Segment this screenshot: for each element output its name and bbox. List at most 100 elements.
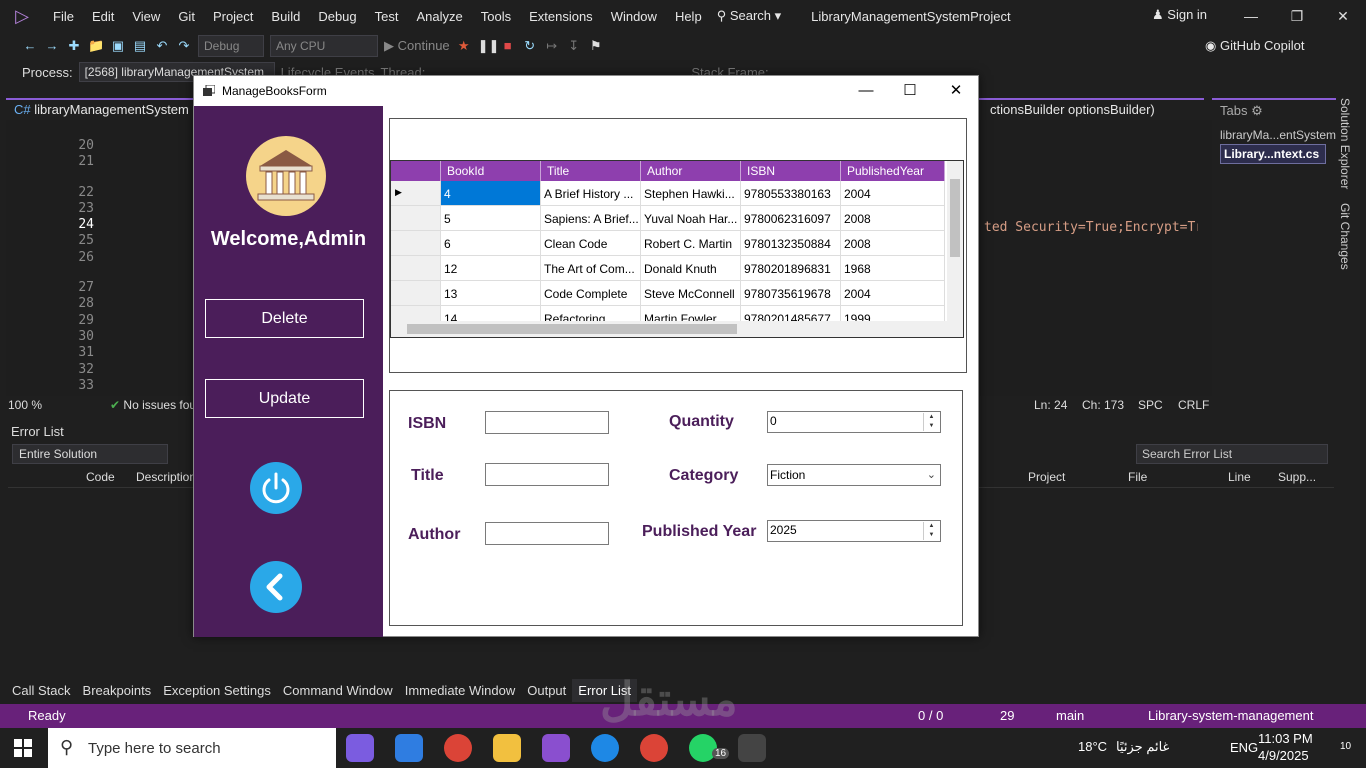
form-minimize-icon[interactable]: — — [855, 80, 877, 102]
weather-desc[interactable]: غائم جزئيًا — [1116, 739, 1169, 755]
grid-cell[interactable]: 12 — [441, 256, 541, 281]
configuration-select[interactable]: Debug — [198, 35, 264, 57]
winforms-app-icon[interactable] — [738, 734, 766, 762]
category-select[interactable]: Fiction ⌄ — [767, 464, 941, 486]
grid-cell[interactable]: 1968 — [841, 256, 945, 281]
update-button[interactable]: Update — [205, 379, 364, 418]
notification-count[interactable]: 10 — [1340, 741, 1351, 752]
menu-file[interactable]: File — [44, 9, 83, 24]
grid-cell[interactable]: 9780553380163 — [741, 181, 841, 206]
grid-row[interactable]: 5 Sapiens: A Brief... Yuval Noah Har... … — [391, 206, 945, 231]
books-data-grid[interactable]: BookId Title Author ISBN PublishedYear ▶… — [390, 160, 964, 338]
weather-temp[interactable]: 18°C — [1078, 739, 1107, 754]
grid-cell[interactable]: 4 — [441, 181, 541, 206]
delete-button[interactable]: Delete — [205, 299, 364, 338]
clock-date[interactable]: 4/9/2025 — [1258, 748, 1309, 763]
quantity-spin-buttons[interactable]: ▲ ▼ — [923, 413, 939, 431]
scrollbar-thumb[interactable] — [950, 179, 960, 257]
vs-search-button[interactable]: ⚲ Search ▾ — [717, 8, 781, 24]
restart-icon[interactable]: ↻ — [522, 38, 538, 54]
grid-cell[interactable]: A Brief History ... — [541, 181, 641, 206]
menu-git[interactable]: Git — [169, 9, 204, 24]
step-into-icon[interactable]: ↧ — [566, 38, 582, 54]
whatsapp-app-icon[interactable] — [689, 734, 717, 762]
grid-vertical-scrollbar[interactable] — [947, 161, 963, 321]
github-copilot-button[interactable]: ◉ GitHub Copilot — [1205, 38, 1305, 54]
restore-icon[interactable]: ❐ — [1274, 0, 1320, 32]
grid-cell[interactable]: Code Complete — [541, 281, 641, 306]
column-file[interactable]: File — [1128, 470, 1147, 484]
row-selector-icon[interactable]: ▶ — [391, 181, 441, 206]
sync-indicator[interactable]: 0 / 0 — [918, 708, 943, 723]
row-header[interactable] — [391, 231, 441, 256]
error-scope-select[interactable]: Entire Solution — [12, 444, 168, 464]
grid-cell[interactable]: The Art of Com... — [541, 256, 641, 281]
grid-cell[interactable]: Robert C. Martin — [641, 231, 741, 256]
step-over-icon[interactable]: ↦ — [544, 38, 560, 54]
menu-tools[interactable]: Tools — [472, 9, 520, 24]
tab-exception-settings[interactable]: Exception Settings — [157, 683, 277, 698]
open-file-item[interactable]: libraryMa...entSystem — [1220, 128, 1336, 142]
menu-edit[interactable]: Edit — [83, 9, 123, 24]
quantity-stepper[interactable]: 0 ▲ ▼ — [767, 411, 941, 433]
zoom-select[interactable]: 100 % — [8, 398, 42, 412]
grid-cell[interactable]: 9780201896831 — [741, 256, 841, 281]
isbn-input[interactable] — [485, 411, 609, 434]
edge-app-icon[interactable] — [591, 734, 619, 762]
author-input[interactable] — [485, 522, 609, 545]
column-description[interactable]: Description — [136, 470, 196, 484]
error-search-input[interactable]: Search Error List — [1136, 444, 1328, 464]
sign-in-button[interactable]: ♟ Sign in — [1152, 7, 1207, 23]
grid-cell[interactable]: 9780132350884 — [741, 231, 841, 256]
undo-icon[interactable]: ↶ — [154, 38, 170, 54]
solution-explorer-tab[interactable]: Solution Explorer — [1338, 98, 1352, 189]
save-icon[interactable]: ▣ — [110, 38, 126, 54]
menu-project[interactable]: Project — [204, 9, 262, 24]
windows-start-icon[interactable] — [14, 739, 32, 757]
grid-cell[interactable]: Clean Code — [541, 231, 641, 256]
copilot-app-icon[interactable] — [346, 734, 374, 762]
tab-command-window[interactable]: Command Window — [277, 683, 399, 698]
menu-analyze[interactable]: Analyze — [407, 9, 471, 24]
taskbar-search[interactable]: ⚲ Type here to search — [48, 728, 336, 768]
grid-cell[interactable]: Steve McConnell — [641, 281, 741, 306]
spin-up-icon[interactable]: ▲ — [924, 522, 939, 531]
issues-indicator[interactable]: ✔ No issues fou — [110, 398, 196, 412]
grid-cell[interactable]: Sapiens: A Brief... — [541, 206, 641, 231]
year-spin-buttons[interactable]: ▲ ▼ — [923, 522, 939, 540]
column-author[interactable]: Author — [641, 161, 741, 181]
grid-cell[interactable]: 6 — [441, 231, 541, 256]
file-explorer-icon[interactable] — [493, 734, 521, 762]
grid-row[interactable]: 13 Code Complete Steve McConnell 9780735… — [391, 281, 945, 306]
grid-row[interactable]: 12 The Art of Com... Donald Knuth 978020… — [391, 256, 945, 281]
grid-horizontal-scrollbar[interactable] — [391, 321, 963, 337]
grid-cell[interactable]: 9780062316097 — [741, 206, 841, 231]
column-bookid[interactable]: BookId — [441, 161, 541, 181]
grid-cell[interactable]: Yuval Noah Har... — [641, 206, 741, 231]
open-folder-icon[interactable]: 📁 — [88, 38, 104, 54]
tab-call-stack[interactable]: Call Stack — [6, 683, 77, 698]
open-file-item-active[interactable]: Library...ntext.cs — [1220, 144, 1326, 164]
store-app-icon[interactable] — [395, 734, 423, 762]
menu-window[interactable]: Window — [602, 9, 666, 24]
repo-indicator[interactable]: Library-system-management — [1148, 708, 1313, 723]
save-all-icon[interactable]: ▤ — [132, 38, 148, 54]
visual-studio-app-icon[interactable] — [542, 734, 570, 762]
spin-down-icon[interactable]: ▼ — [924, 531, 939, 540]
edits-indicator[interactable]: 29 — [1000, 708, 1014, 723]
line-ending-indicator[interactable]: CRLF — [1178, 398, 1209, 412]
language-indicator[interactable]: ENG — [1230, 740, 1258, 755]
chrome-app-icon[interactable] — [444, 734, 472, 762]
close-icon[interactable]: ✕ — [1320, 0, 1366, 32]
column-project[interactable]: Project — [1028, 470, 1065, 484]
logout-power-button[interactable] — [250, 462, 302, 514]
git-changes-tab[interactable]: Git Changes — [1338, 203, 1352, 270]
back-button[interactable] — [250, 561, 302, 613]
grid-cell[interactable]: 2008 — [841, 231, 945, 256]
tab-output[interactable]: Output — [521, 683, 572, 698]
column-title[interactable]: Title — [541, 161, 641, 181]
menu-help[interactable]: Help — [666, 9, 711, 24]
menu-test[interactable]: Test — [366, 9, 408, 24]
forward-icon[interactable]: → — [44, 38, 60, 54]
continue-button[interactable]: ▶ Continue — [384, 38, 450, 54]
